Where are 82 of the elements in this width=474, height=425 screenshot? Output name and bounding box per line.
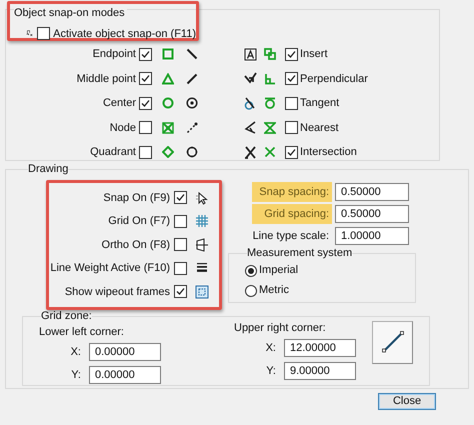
circle-dot-icon [186, 97, 198, 110]
triangle-icon [162, 72, 174, 85]
radio-button[interactable] [245, 264, 257, 276]
wipeout-frame-icon [195, 284, 209, 299]
checkbox[interactable] [174, 191, 187, 204]
checkbox-label: Tangent [300, 96, 340, 111]
circle-icon [162, 97, 174, 110]
input-field[interactable]: 0.00000 [89, 366, 161, 384]
group-title: Drawing [28, 163, 68, 176]
perpendicular-icon [264, 72, 276, 85]
checkbox-label: Snap On (F9) [103, 190, 170, 206]
perpendicular-icon [244, 72, 257, 86]
ortho-icon [195, 238, 209, 252]
radio-label: Metric [259, 283, 289, 298]
tangent-icon [244, 96, 257, 110]
checkbox[interactable] [139, 146, 152, 159]
field-label: Y: [265, 364, 276, 379]
checkbox[interactable] [285, 146, 298, 159]
circle-icon [186, 146, 198, 158]
cursor-icon [195, 190, 209, 205]
checkbox[interactable] [139, 48, 152, 61]
checkbox-label: Endpoint [92, 47, 136, 62]
cross-icon [244, 146, 257, 159]
field-label: Line type scale: [252, 228, 330, 244]
corner-title: Lower left corner: [39, 324, 125, 340]
line-icon [186, 72, 198, 85]
dotted-line-icon [186, 122, 198, 134]
radio-button[interactable] [245, 284, 257, 296]
input-field[interactable]: 9.00000 [284, 362, 356, 380]
checkbox-label: Center [102, 96, 136, 111]
checkbox[interactable] [37, 27, 50, 40]
checkbox[interactable] [139, 121, 152, 134]
checkbox[interactable] [285, 121, 298, 134]
field-label: X: [70, 344, 81, 360]
input-field[interactable]: 1.00000 [335, 227, 409, 245]
checkbox[interactable] [174, 214, 187, 228]
checkbox-label: Node [110, 120, 136, 136]
field-label: Y: [70, 368, 81, 383]
diagonal-line-icon [380, 330, 404, 354]
group-title: Object snap-on modes [14, 7, 127, 19]
checkbox[interactable] [139, 72, 152, 86]
field-label: X: [264, 340, 276, 356]
overlapping-squares-icon [264, 48, 276, 60]
checkbox[interactable] [285, 72, 298, 86]
checkbox-label: Grid On (F7) [108, 214, 170, 229]
checkbox-label: Nearest [300, 120, 339, 136]
input-field[interactable]: 12.00000 [284, 339, 356, 357]
checkbox-label: Perpendicular [300, 72, 368, 86]
checkbox[interactable] [285, 96, 298, 110]
checkbox-label: Quadrant [90, 145, 136, 160]
input-field[interactable]: 0.50000 [335, 205, 409, 223]
crossed-square-icon [162, 122, 174, 134]
checkbox-label: Ortho On (F8) [102, 238, 170, 252]
hourglass-icon [264, 122, 276, 134]
group-title: Measurement system [247, 247, 352, 260]
checkbox[interactable] [174, 238, 187, 252]
cross-icon [264, 146, 276, 158]
close-button[interactable]: Close [378, 393, 436, 410]
checkbox-label: Line Weight Active (F10) [50, 261, 170, 276]
lettered-box-icon [244, 48, 257, 61]
checkbox-label: Activate object snap-on (F11) [53, 26, 196, 42]
grid-icon [195, 214, 209, 228]
square-icon [162, 48, 174, 60]
checkbox-label: Insert [300, 47, 328, 62]
corner-title: Upper right corner: [234, 320, 327, 336]
checkbox[interactable] [139, 96, 152, 110]
diamond-icon [162, 146, 174, 158]
radio-label: Imperial [259, 263, 298, 278]
field-label: Grid spacing: [252, 204, 332, 224]
pick-points-button[interactable] [372, 320, 413, 364]
group-title: Grid zone: [41, 310, 92, 322]
field-label: Snap spacing: [252, 182, 332, 202]
input-field[interactable]: 0.00000 [89, 343, 161, 361]
input-field[interactable]: 0.50000 [335, 183, 409, 201]
checkbox-label: Intersection [300, 145, 357, 160]
line-icon [186, 48, 198, 60]
checkbox[interactable] [174, 285, 187, 298]
checkbox-label: Show wipeout frames [64, 284, 170, 300]
checkbox[interactable] [285, 48, 298, 61]
checkbox-label: Middle point [76, 72, 136, 86]
tangent-icon [264, 97, 276, 110]
checkbox[interactable] [174, 262, 187, 275]
